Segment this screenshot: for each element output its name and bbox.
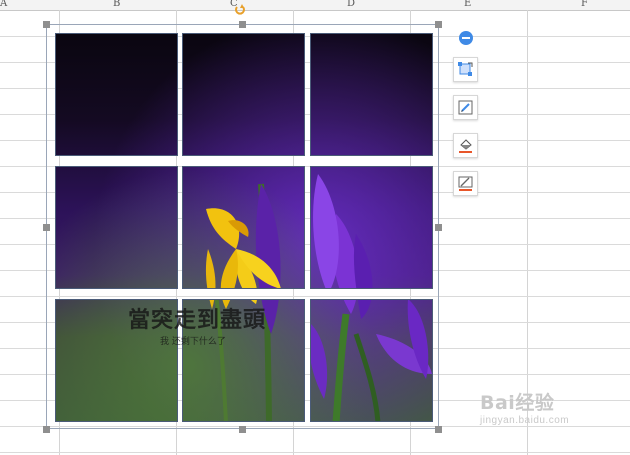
crop-button[interactable] [453, 57, 478, 82]
line-color-button[interactable] [453, 171, 478, 196]
line-color-icon [458, 176, 473, 191]
edit-outline-icon [458, 100, 473, 115]
fill-bucket-button[interactable] [453, 133, 478, 158]
collapse-icon[interactable] [459, 31, 473, 45]
watermark-url: jingyan.baidu.com [480, 415, 570, 426]
edit-outline-button[interactable] [453, 95, 478, 120]
resize-handle-right[interactable] [435, 224, 442, 231]
column-header-d[interactable]: D [347, 0, 355, 9]
baidu-jingyan-watermark: Bai经验 jingyan.baidu.com [480, 388, 569, 426]
grid-row-line [0, 452, 630, 453]
column-header-f[interactable]: F [581, 0, 588, 9]
resize-handle-bottom-right[interactable] [435, 426, 442, 433]
resize-handle-bottom[interactable] [239, 426, 246, 433]
fill-bucket-icon [459, 139, 472, 153]
crop-icon [458, 62, 473, 76]
column-header-e[interactable]: E [464, 0, 471, 9]
column-header-b[interactable]: B [113, 0, 120, 9]
resize-handle-top-right[interactable] [435, 21, 442, 28]
column-header-bar: A B C D E F [0, 0, 630, 11]
resize-handle-top[interactable] [239, 21, 246, 28]
watermark-brand: Bai经验 [480, 392, 555, 414]
resize-handle-left[interactable] [43, 224, 50, 231]
rotate-handle-icon[interactable] [234, 4, 246, 16]
resize-handle-bottom-left[interactable] [43, 426, 50, 433]
column-header-a[interactable]: A [0, 0, 7, 9]
resize-handle-top-left[interactable] [43, 21, 50, 28]
selection-frame [46, 24, 439, 429]
